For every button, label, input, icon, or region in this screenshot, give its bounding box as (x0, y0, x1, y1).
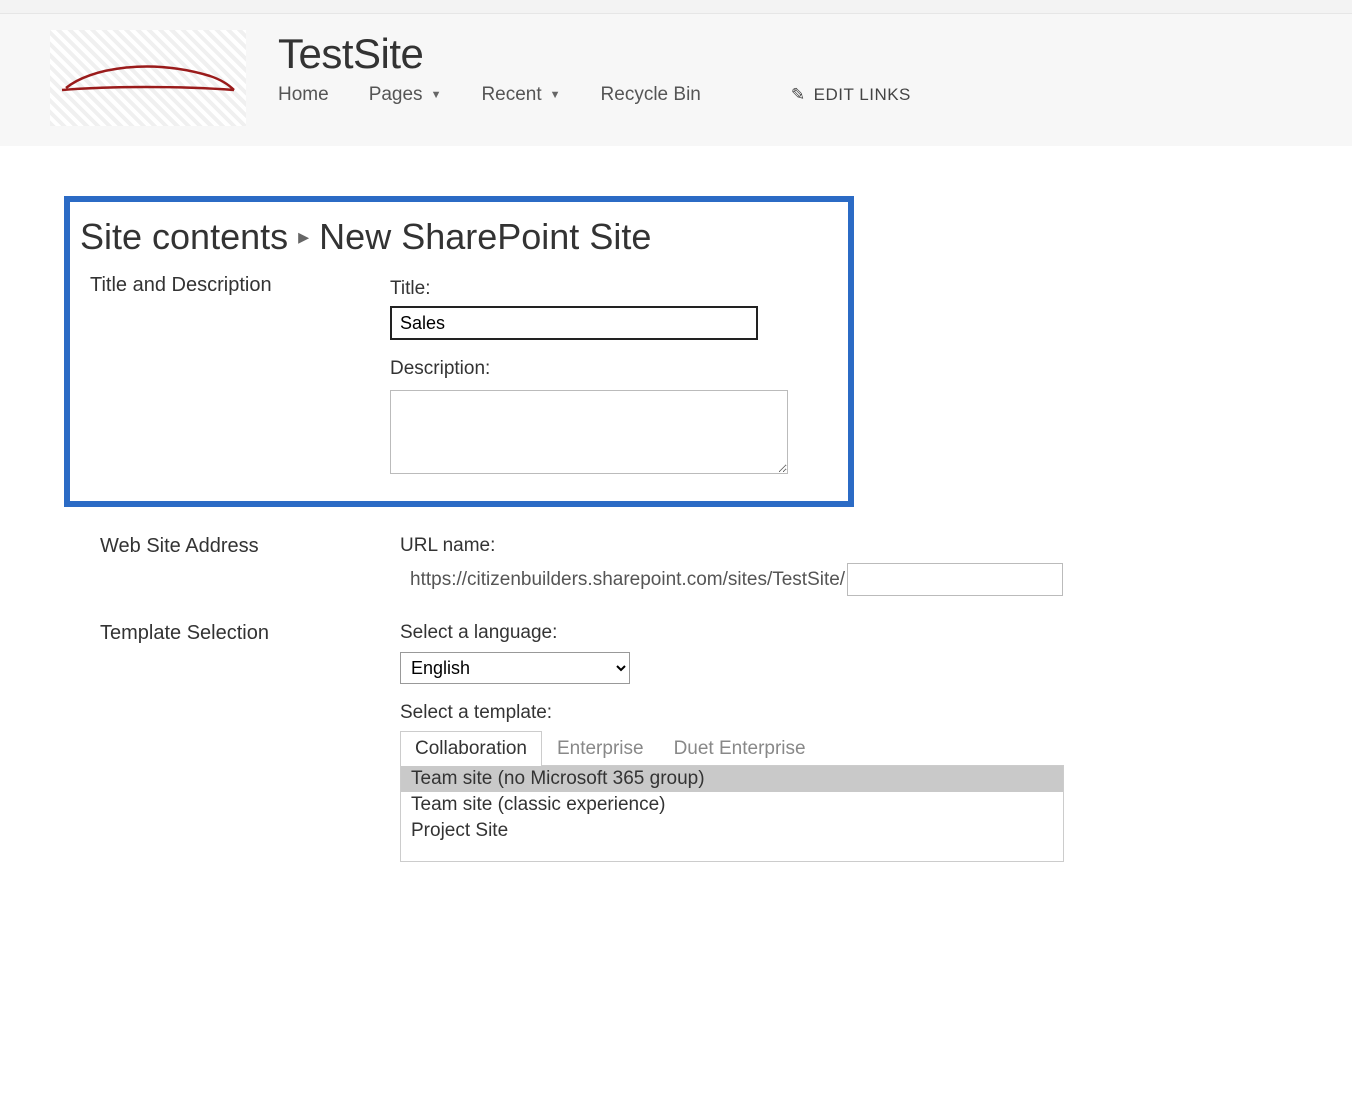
template-tabs: Collaboration Enterprise Duet Enterprise (400, 730, 1064, 766)
chevron-down-icon: ▼ (550, 89, 561, 101)
suite-bar (0, 0, 1352, 14)
pencil-icon: ✎ (791, 85, 806, 105)
page-content: Site contents ▸ New SharePoint Site Titl… (0, 146, 1352, 862)
section-heading-template: Template Selection (90, 622, 400, 862)
edit-links-label: EDIT LINKS (814, 85, 911, 105)
breadcrumb-part-1[interactable]: Site contents (80, 216, 288, 258)
nav-recent-label: Recent (481, 84, 541, 106)
site-header: TestSite Home Pages ▼ Recent ▼ Recycle B… (0, 14, 1352, 146)
url-prefix-text: https://citizenbuilders.sharepoint.com/s… (400, 569, 845, 591)
breadcrumb: Site contents ▸ New SharePoint Site (80, 216, 830, 258)
template-item-team-classic[interactable]: Team site (classic experience) (401, 792, 1063, 818)
breadcrumb-separator-icon: ▸ (298, 224, 309, 250)
section-title-description: Title and Description Title: Description… (80, 274, 830, 479)
nav-recycle-bin[interactable]: Recycle Bin (601, 84, 701, 106)
site-title[interactable]: TestSite (278, 30, 911, 78)
tab-duet-enterprise[interactable]: Duet Enterprise (659, 731, 821, 766)
language-select[interactable]: English (400, 652, 630, 684)
chevron-down-icon: ▼ (431, 89, 442, 101)
description-textarea[interactable] (390, 390, 788, 474)
section-template-selection: Template Selection Select a language: En… (64, 622, 1352, 862)
section-web-address: Web Site Address URL name: https://citiz… (64, 535, 1352, 596)
nav-pages[interactable]: Pages ▼ (369, 84, 442, 106)
template-item-project-site[interactable]: Project Site (401, 818, 1063, 844)
url-name-label: URL name: (400, 535, 1352, 557)
highlighted-region: Site contents ▸ New SharePoint Site Titl… (64, 196, 854, 507)
tab-enterprise[interactable]: Enterprise (542, 731, 659, 766)
url-name-input[interactable] (847, 563, 1063, 596)
description-label: Description: (390, 358, 830, 380)
edit-links-button[interactable]: ✎ EDIT LINKS (791, 85, 911, 105)
site-logo[interactable] (50, 30, 246, 126)
language-label: Select a language: (400, 622, 1352, 644)
section-heading-title-desc: Title and Description (80, 274, 390, 479)
top-nav: Home Pages ▼ Recent ▼ Recycle Bin ✎ EDIT… (278, 84, 911, 106)
template-label: Select a template: (400, 702, 1352, 724)
nav-recent[interactable]: Recent ▼ (481, 84, 560, 106)
template-listbox[interactable]: Team site (no Microsoft 365 group) Team … (400, 766, 1064, 862)
template-item-team-no-group[interactable]: Team site (no Microsoft 365 group) (401, 766, 1063, 792)
title-input[interactable] (390, 306, 758, 340)
nav-recycle-label: Recycle Bin (601, 84, 701, 106)
breadcrumb-part-2: New SharePoint Site (319, 216, 651, 258)
tab-collaboration[interactable]: Collaboration (400, 731, 542, 766)
nav-home[interactable]: Home (278, 84, 329, 106)
nav-pages-label: Pages (369, 84, 423, 106)
title-label: Title: (390, 278, 830, 300)
section-heading-address: Web Site Address (90, 535, 400, 596)
nav-home-label: Home (278, 84, 329, 106)
